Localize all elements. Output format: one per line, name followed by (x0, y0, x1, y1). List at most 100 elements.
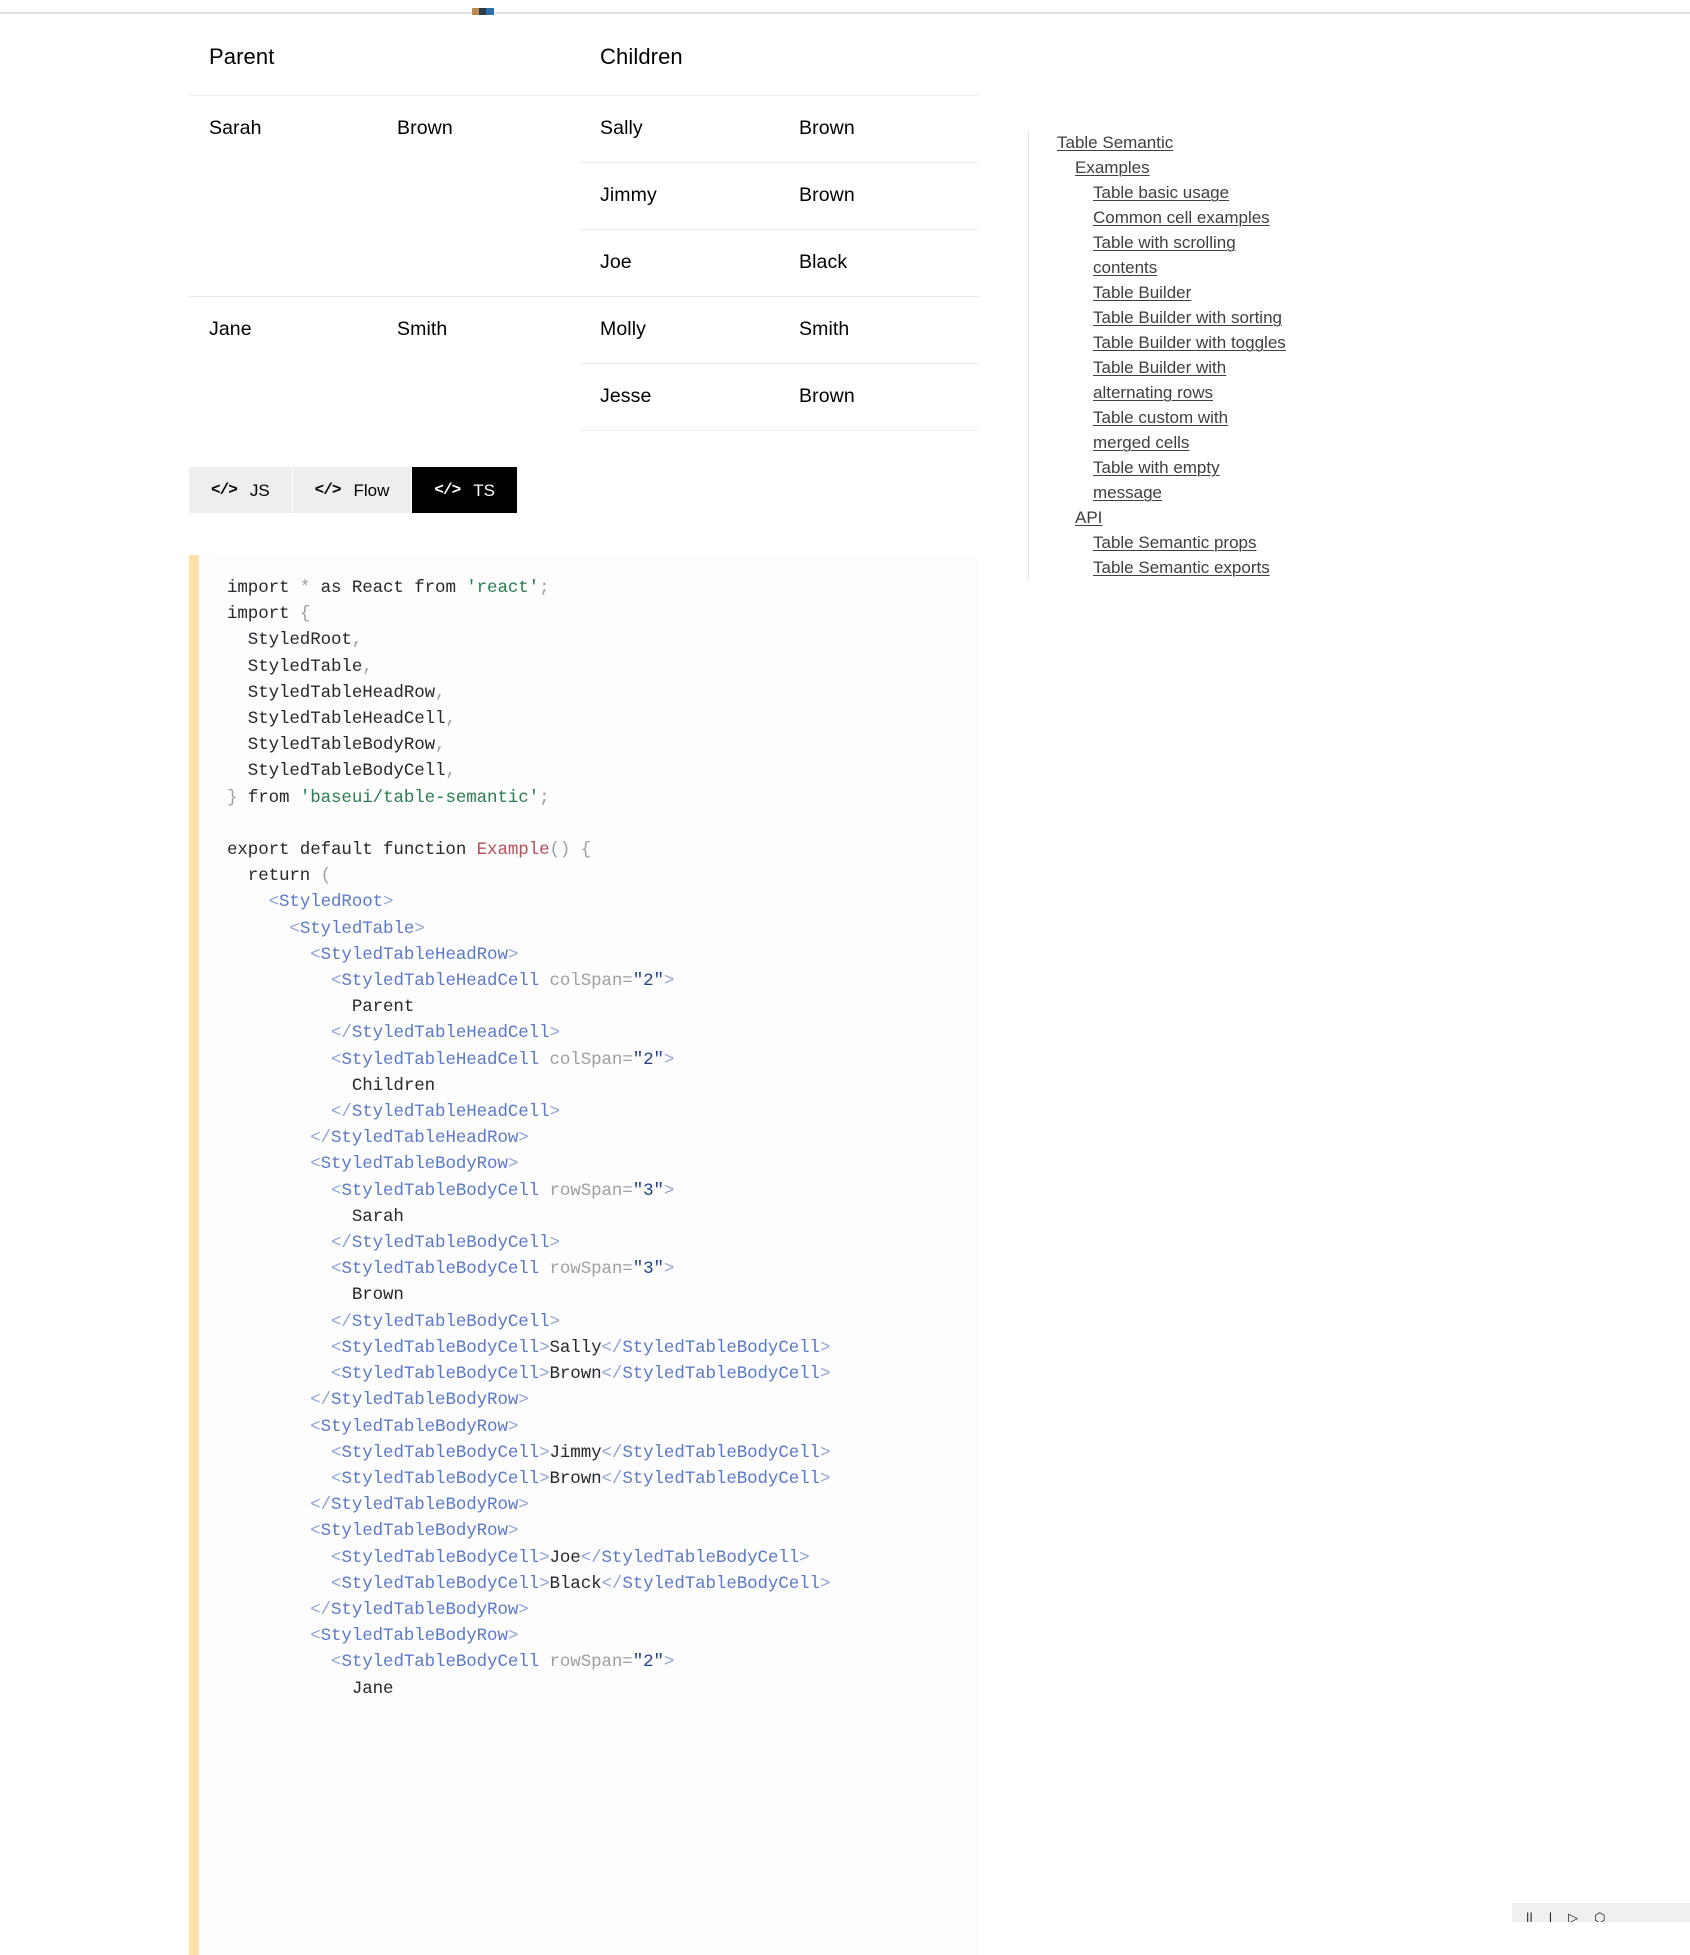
code-token: < (331, 971, 342, 992)
code-token: > (518, 1390, 529, 1411)
code-brackets-icon: </> (211, 481, 238, 499)
bottom-toolbar-icon[interactable]: || (1526, 1911, 1533, 1922)
toc-link[interactable]: Table Builder with sorting (1029, 305, 1288, 330)
code-token: < (289, 918, 300, 939)
code-token: from (247, 787, 300, 808)
parent-first-name-cell: Jane (189, 296, 377, 431)
toc-link[interactable]: Table Semantic exports (1029, 555, 1288, 580)
table-row: Jane Smith Molly Smith (189, 296, 980, 431)
code-token: StyledTableBodyCell (341, 1652, 550, 1673)
toc-link[interactable]: Table with scrolling contents (1029, 230, 1288, 280)
code-token: "2" (632, 971, 664, 992)
code-token: > (507, 1521, 519, 1542)
toc-link[interactable]: Table Builder with alternating rows (1029, 355, 1288, 405)
toc-link[interactable]: Common cell examples (1029, 205, 1288, 230)
code-token: < (331, 1468, 342, 1489)
tab-js[interactable]: </> JS (189, 467, 292, 513)
code-token: > (507, 944, 519, 965)
code-token: 'baseui/table-semantic' (299, 787, 540, 808)
tab-label: JS (249, 480, 270, 500)
code-token: < (268, 892, 280, 913)
table-header-cell: Parent (189, 22, 581, 96)
table-head: Parent Children (189, 22, 980, 96)
code-token: < (331, 1573, 342, 1594)
toc-link[interactable]: API (1029, 505, 1288, 530)
code-brackets-icon: </> (314, 481, 342, 499)
code-token: < (331, 1547, 342, 1568)
table-of-contents: Table Semantic Examples Table basic usage C… (1028, 130, 1288, 580)
code-token: < (310, 1521, 321, 1542)
code-token: , (362, 656, 373, 677)
code-token: > (663, 971, 675, 992)
toc-link[interactable]: Table custom with merged cells (1029, 405, 1288, 455)
toc-link[interactable]: Examples (1029, 155, 1288, 180)
code-token: StyledTableBodyCell (622, 1573, 820, 1594)
code-token: > (507, 1626, 519, 1647)
code-token: < (331, 1259, 342, 1280)
code-token: > (539, 1547, 550, 1568)
toc-link[interactable]: Table Semantic props (1029, 530, 1288, 555)
code-token: </ (331, 1102, 352, 1123)
code-token: < (331, 1049, 342, 1070)
code-token: </ (331, 1023, 352, 1044)
code-token: Parent (227, 997, 415, 1018)
toc-link[interactable]: Table with empty message (1029, 455, 1288, 505)
code-token: , (435, 735, 446, 756)
clipped-bottom-toolbar[interactable]: || | ▷ ⬡ (1512, 1903, 1690, 1922)
clipped-top-widget (472, 8, 494, 15)
code-token: > (549, 1023, 560, 1044)
code-sample-block[interactable]: import * as React from 'react'; import {… (189, 555, 979, 1955)
code-token: , (445, 761, 456, 782)
code-token: > (819, 1364, 831, 1385)
code-token: Jimmy (549, 1442, 602, 1463)
code-token: rowSpan= (549, 1180, 633, 1201)
code-token: StyledRoot (279, 892, 384, 913)
code-token: * (299, 578, 321, 598)
code-token: colSpan= (549, 971, 633, 992)
code-token: StyledTable (299, 918, 415, 939)
code-token: > (383, 892, 394, 913)
tab-ts[interactable]: </> TS (412, 467, 517, 513)
code-token: 'react' (466, 578, 540, 598)
code-token: ; (539, 578, 550, 598)
toc-link[interactable]: Table Builder (1029, 280, 1288, 305)
code-token: > (518, 1599, 529, 1620)
parent-last-name-cell: Smith (377, 296, 581, 431)
bottom-toolbar-icon[interactable]: ▷ (1568, 1911, 1578, 1922)
child-first-name-cell: Molly (580, 296, 780, 364)
bottom-toolbar-icon[interactable]: ⬡ (1594, 1911, 1605, 1922)
code-token: StyledTableBodyRow (320, 1154, 508, 1175)
tab-flow[interactable]: </> Flow (292, 467, 412, 513)
code-token: StyledTable (227, 656, 363, 677)
child-last-name-cell: Brown (779, 162, 980, 230)
code-token: StyledTableBodyRow (320, 1521, 508, 1542)
code-token: StyledTableBodyCell (622, 1468, 820, 1489)
code-token: StyledRoot (227, 630, 352, 651)
bottom-toolbar-icon[interactable]: | (1549, 1911, 1552, 1922)
code-token: StyledTableBodyCell (351, 1233, 550, 1254)
code-token: </ (310, 1390, 332, 1411)
child-last-name-cell: Black (779, 229, 980, 297)
code-token: as React from (320, 578, 467, 598)
code-token: Brown (549, 1468, 602, 1489)
code-token: < (310, 1154, 321, 1175)
code-token: StyledTableBodyCell (341, 1259, 550, 1280)
toc-link[interactable]: Table Semantic (1029, 130, 1288, 155)
code-token: StyledTableHeadRow (320, 944, 508, 965)
code-token: < (331, 1364, 342, 1385)
toc-link[interactable]: Table Builder with toggles (1029, 330, 1288, 355)
code-token: < (331, 1442, 342, 1463)
code-token: </ (601, 1337, 623, 1358)
toc-link[interactable]: Table basic usage (1029, 180, 1288, 205)
code-token: StyledTableHeadCell (227, 709, 446, 730)
